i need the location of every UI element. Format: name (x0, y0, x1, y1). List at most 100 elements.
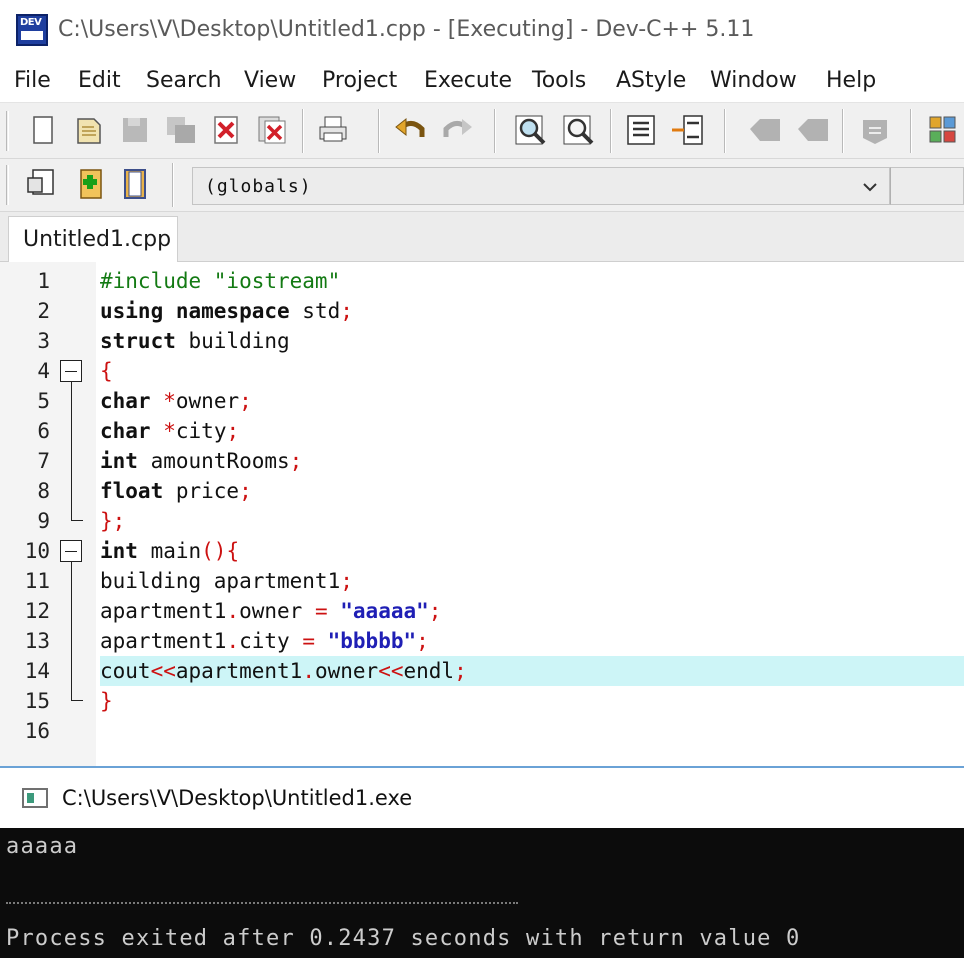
add-file-button[interactable] (72, 167, 106, 201)
line-number: 13 (24, 629, 50, 653)
fold-toggle[interactable] (60, 360, 82, 382)
code-line[interactable]: } (100, 686, 964, 716)
code-line[interactable]: using namespace std; (100, 296, 964, 326)
code-line[interactable]: apartment1.city = "bbbbb"; (100, 626, 964, 656)
devcpp-app-icon[interactable]: DEV (16, 14, 48, 46)
print-icon (319, 116, 347, 142)
line-number: 6 (37, 419, 50, 443)
code-line[interactable]: char *owner; (100, 386, 964, 416)
menu-search[interactable]: Search (146, 68, 222, 93)
menu-help[interactable]: Help (826, 68, 876, 93)
toolbar-grip[interactable] (6, 165, 9, 205)
code-line[interactable]: int amountRooms; (100, 446, 964, 476)
line-number: 11 (24, 569, 50, 593)
code-token: float (100, 479, 164, 503)
code-line[interactable]: struct building (100, 326, 964, 356)
line-number: 15 (24, 689, 50, 713)
replace-button[interactable] (562, 113, 596, 147)
toolbar-separator (302, 109, 304, 153)
line-number-gutter: 1 2 3 4 5 6 7 8 9 10 11 12 13 14 15 16 (0, 262, 96, 766)
close-all-button[interactable] (256, 113, 290, 147)
code-token: . (302, 659, 315, 683)
code-token: . (226, 599, 240, 623)
code-token: city (239, 629, 303, 653)
close-button[interactable] (210, 113, 244, 147)
menu-astyle[interactable]: AStyle (616, 68, 686, 93)
line-number: 9 (37, 509, 50, 533)
console-title-bar[interactable]: C:\Users\V\Desktop\Untitled1.exe (0, 766, 964, 828)
console-output-line: aaaaa (6, 834, 79, 859)
code-token: ; (239, 479, 252, 503)
menu-tools[interactable]: Tools (532, 68, 586, 93)
code-token: "aaaaa" (340, 599, 429, 623)
grid-button[interactable] (926, 113, 960, 147)
code-token: << (150, 659, 176, 683)
code-token: ; (289, 449, 303, 473)
code-line[interactable]: }; (100, 506, 964, 536)
indent-button[interactable] (624, 113, 658, 147)
save-all-icon (167, 117, 195, 143)
grid-icon (929, 116, 956, 143)
console-output[interactable]: aaaaa Process exited after 0.2437 second… (0, 828, 964, 958)
line-number: 14 (24, 659, 50, 683)
title-bar[interactable]: DEV C:\Users\V\Desktop\Untitled1.cpp - [… (0, 0, 964, 62)
code-line[interactable]: building apartment1; (100, 566, 964, 596)
code-line[interactable]: float price; (100, 476, 964, 506)
project-button[interactable] (118, 167, 152, 201)
add-file-icon (80, 169, 102, 199)
new-file-button[interactable] (26, 113, 60, 147)
chevron-down-icon (863, 183, 877, 192)
menu-execute[interactable]: Execute (424, 68, 512, 93)
toolbar-separator (172, 163, 174, 207)
toolbar-grip[interactable] (6, 111, 9, 151)
redo-button[interactable] (440, 113, 474, 147)
menu-edit[interactable]: Edit (78, 68, 121, 93)
unindent-button[interactable] (670, 113, 704, 147)
class-browser-button[interactable] (24, 167, 58, 201)
undo-button[interactable] (394, 113, 428, 147)
code-line[interactable]: #include "iostream" (100, 266, 964, 296)
code-editor[interactable]: 1 2 3 4 5 6 7 8 9 10 11 12 13 14 15 16 #include "iostre… (0, 262, 964, 766)
compile-options-button[interactable] (858, 113, 892, 147)
code-token: amountRooms (137, 449, 290, 473)
code-token: char (100, 389, 151, 413)
fold-toggle[interactable] (60, 540, 82, 562)
member-dropdown[interactable] (890, 167, 964, 205)
goto-bookmark-button[interactable] (796, 113, 830, 147)
save-all-button[interactable] (164, 113, 198, 147)
code-line[interactable]: apartment1.owner = "aaaaa"; (100, 596, 964, 626)
console-separator (6, 902, 518, 904)
code-token: int (100, 449, 138, 473)
window-title: C:\Users\V\Desktop\Untitled1.cpp - [Exec… (58, 17, 755, 42)
print-button[interactable] (316, 113, 350, 147)
code-line[interactable]: int main(){ (100, 536, 964, 566)
class-browser-icon (27, 169, 54, 195)
tab-untitled1-cpp[interactable]: Untitled1.cpp (8, 216, 178, 263)
undo-icon (395, 117, 425, 137)
project-icon (124, 169, 146, 199)
code-token: owner (239, 599, 315, 623)
menu-project[interactable]: Project (322, 68, 397, 93)
menu-view[interactable]: View (244, 68, 296, 93)
code-token: ; (340, 569, 353, 593)
menu-window[interactable]: Window (710, 68, 797, 93)
open-file-button[interactable] (72, 113, 106, 147)
code-line[interactable]: cout<<apartment1.owner<<endl; (100, 656, 964, 686)
replace-icon (563, 115, 594, 145)
menu-file[interactable]: File (14, 68, 51, 93)
scope-dropdown[interactable]: (globals) (192, 167, 890, 205)
line-number: 5 (37, 389, 50, 413)
code-token: endl (403, 659, 455, 683)
save-icon (123, 118, 147, 142)
code-line[interactable]: { (100, 356, 964, 386)
scope-dropdown-value: (globals) (205, 176, 312, 197)
save-button[interactable] (118, 113, 152, 147)
code-line[interactable] (100, 716, 964, 746)
line-number: 10 (24, 539, 50, 563)
bookmark-button[interactable] (748, 113, 782, 147)
find-button[interactable] (514, 113, 548, 147)
code-line[interactable]: char *city; (100, 416, 964, 446)
line-number: 2 (37, 299, 50, 323)
code-token: }; (100, 509, 126, 533)
